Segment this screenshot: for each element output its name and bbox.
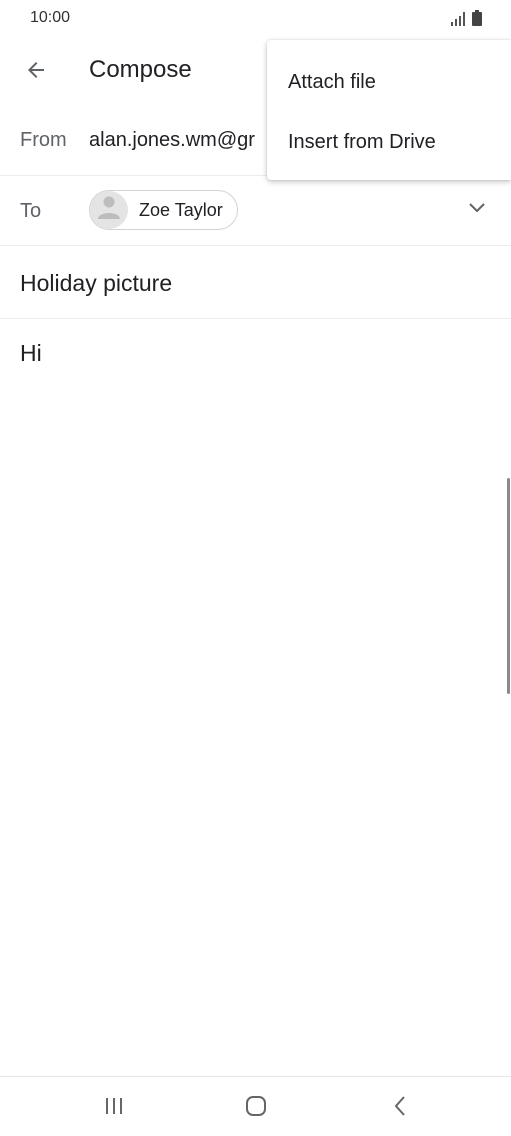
signal-icon (451, 12, 467, 31)
from-label: From (20, 129, 67, 151)
home-icon (245, 1095, 267, 1122)
expand-recipients-button[interactable] (465, 198, 489, 222)
home-button[interactable] (238, 1091, 274, 1125)
subject-field[interactable]: Holiday picture (20, 270, 172, 297)
navigation-bar (0, 1076, 511, 1136)
menu-item-insert-from-drive[interactable]: Insert from Drive (267, 112, 511, 172)
back-icon (393, 1095, 407, 1122)
back-nav-button[interactable] (382, 1091, 418, 1125)
status-bar: 10:00 (0, 0, 511, 36)
to-label: To (20, 200, 42, 222)
to-row: To Zoe Taylor (0, 176, 511, 246)
status-icons (451, 10, 482, 31)
from-field[interactable]: alan.jones.wm@gr (89, 129, 255, 152)
subject-row: Holiday picture (0, 246, 511, 319)
page-title: Compose (89, 56, 192, 83)
arrow-left-icon (24, 58, 48, 87)
menu-item-attach-file[interactable]: Attach file (267, 52, 511, 112)
overflow-menu: Attach file Insert from Drive (267, 40, 511, 180)
person-icon (98, 195, 120, 226)
recipient-chip[interactable]: Zoe Taylor (89, 190, 238, 230)
scrollbar[interactable] (507, 478, 510, 694)
back-button[interactable] (16, 52, 56, 92)
status-time: 10:00 (30, 9, 71, 26)
recipient-name: Zoe Taylor (139, 199, 223, 220)
body-field[interactable]: Hi (20, 340, 42, 367)
chevron-down-icon (468, 201, 486, 219)
battery-icon (472, 10, 482, 31)
recent-apps-button[interactable] (96, 1091, 132, 1125)
recent-apps-icon (104, 1096, 124, 1121)
avatar (90, 191, 128, 229)
compose-screen: 10:00 Compose From alan.jones.wm@gr To Z… (0, 0, 511, 1136)
